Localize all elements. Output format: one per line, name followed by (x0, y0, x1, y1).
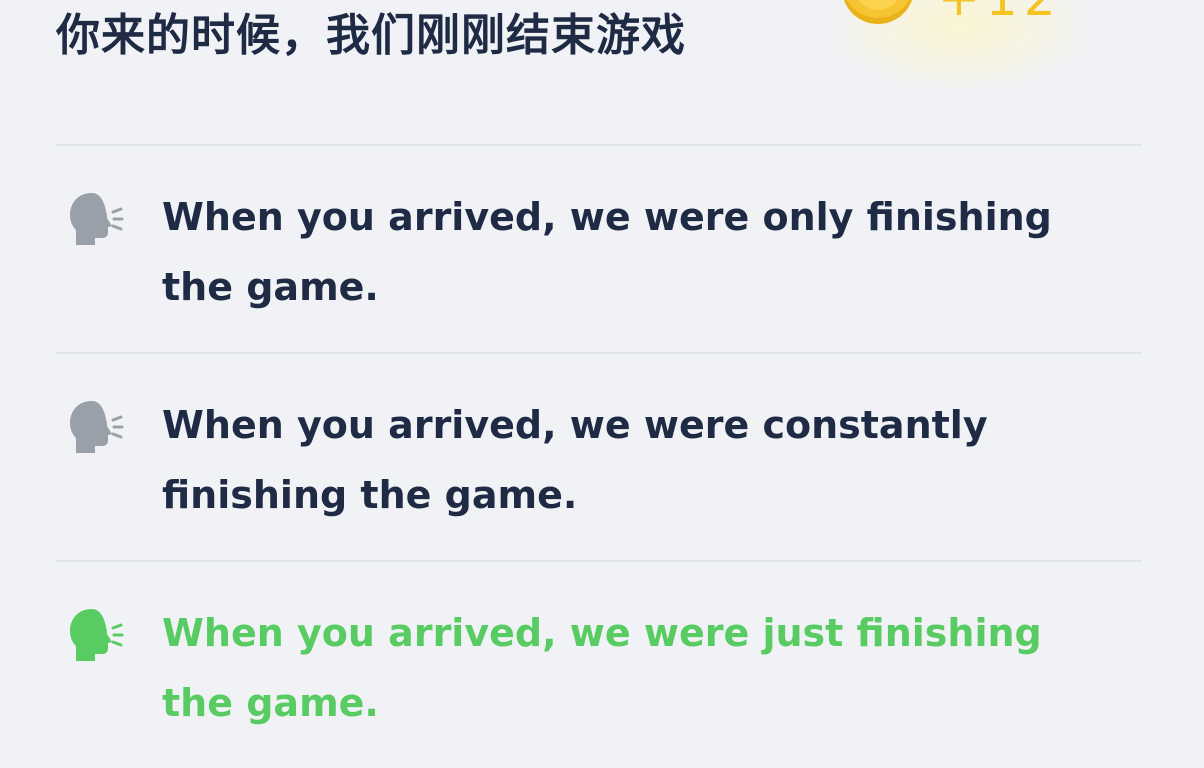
answer-option-1[interactable]: When you arrived, we were only finishing… (56, 144, 1142, 352)
reward-indicator: +12 (810, 0, 1110, 90)
reward-points: +12 (938, 0, 1062, 28)
answer-option-3[interactable]: When you arrived, we were just finishing… (56, 560, 1142, 768)
question-prompt: 你来的时候，我们刚刚结束游戏 (56, 10, 686, 61)
answer-option-text: When you arrived, we were only finishing… (162, 195, 1052, 309)
speaking-head-icon[interactable] (66, 398, 126, 458)
answer-option-2[interactable]: When you arrived, we were constantly fin… (56, 352, 1142, 560)
coin-icon (842, 0, 914, 24)
answer-option-text: When you arrived, we were constantly fin… (162, 403, 988, 517)
reward-glow (830, 0, 1090, 90)
answer-option-text: When you arrived, we were just finishing… (162, 611, 1042, 725)
speaking-head-icon[interactable] (66, 190, 126, 250)
speaking-head-icon[interactable] (66, 606, 126, 666)
answer-options: When you arrived, we were only finishing… (56, 144, 1142, 768)
